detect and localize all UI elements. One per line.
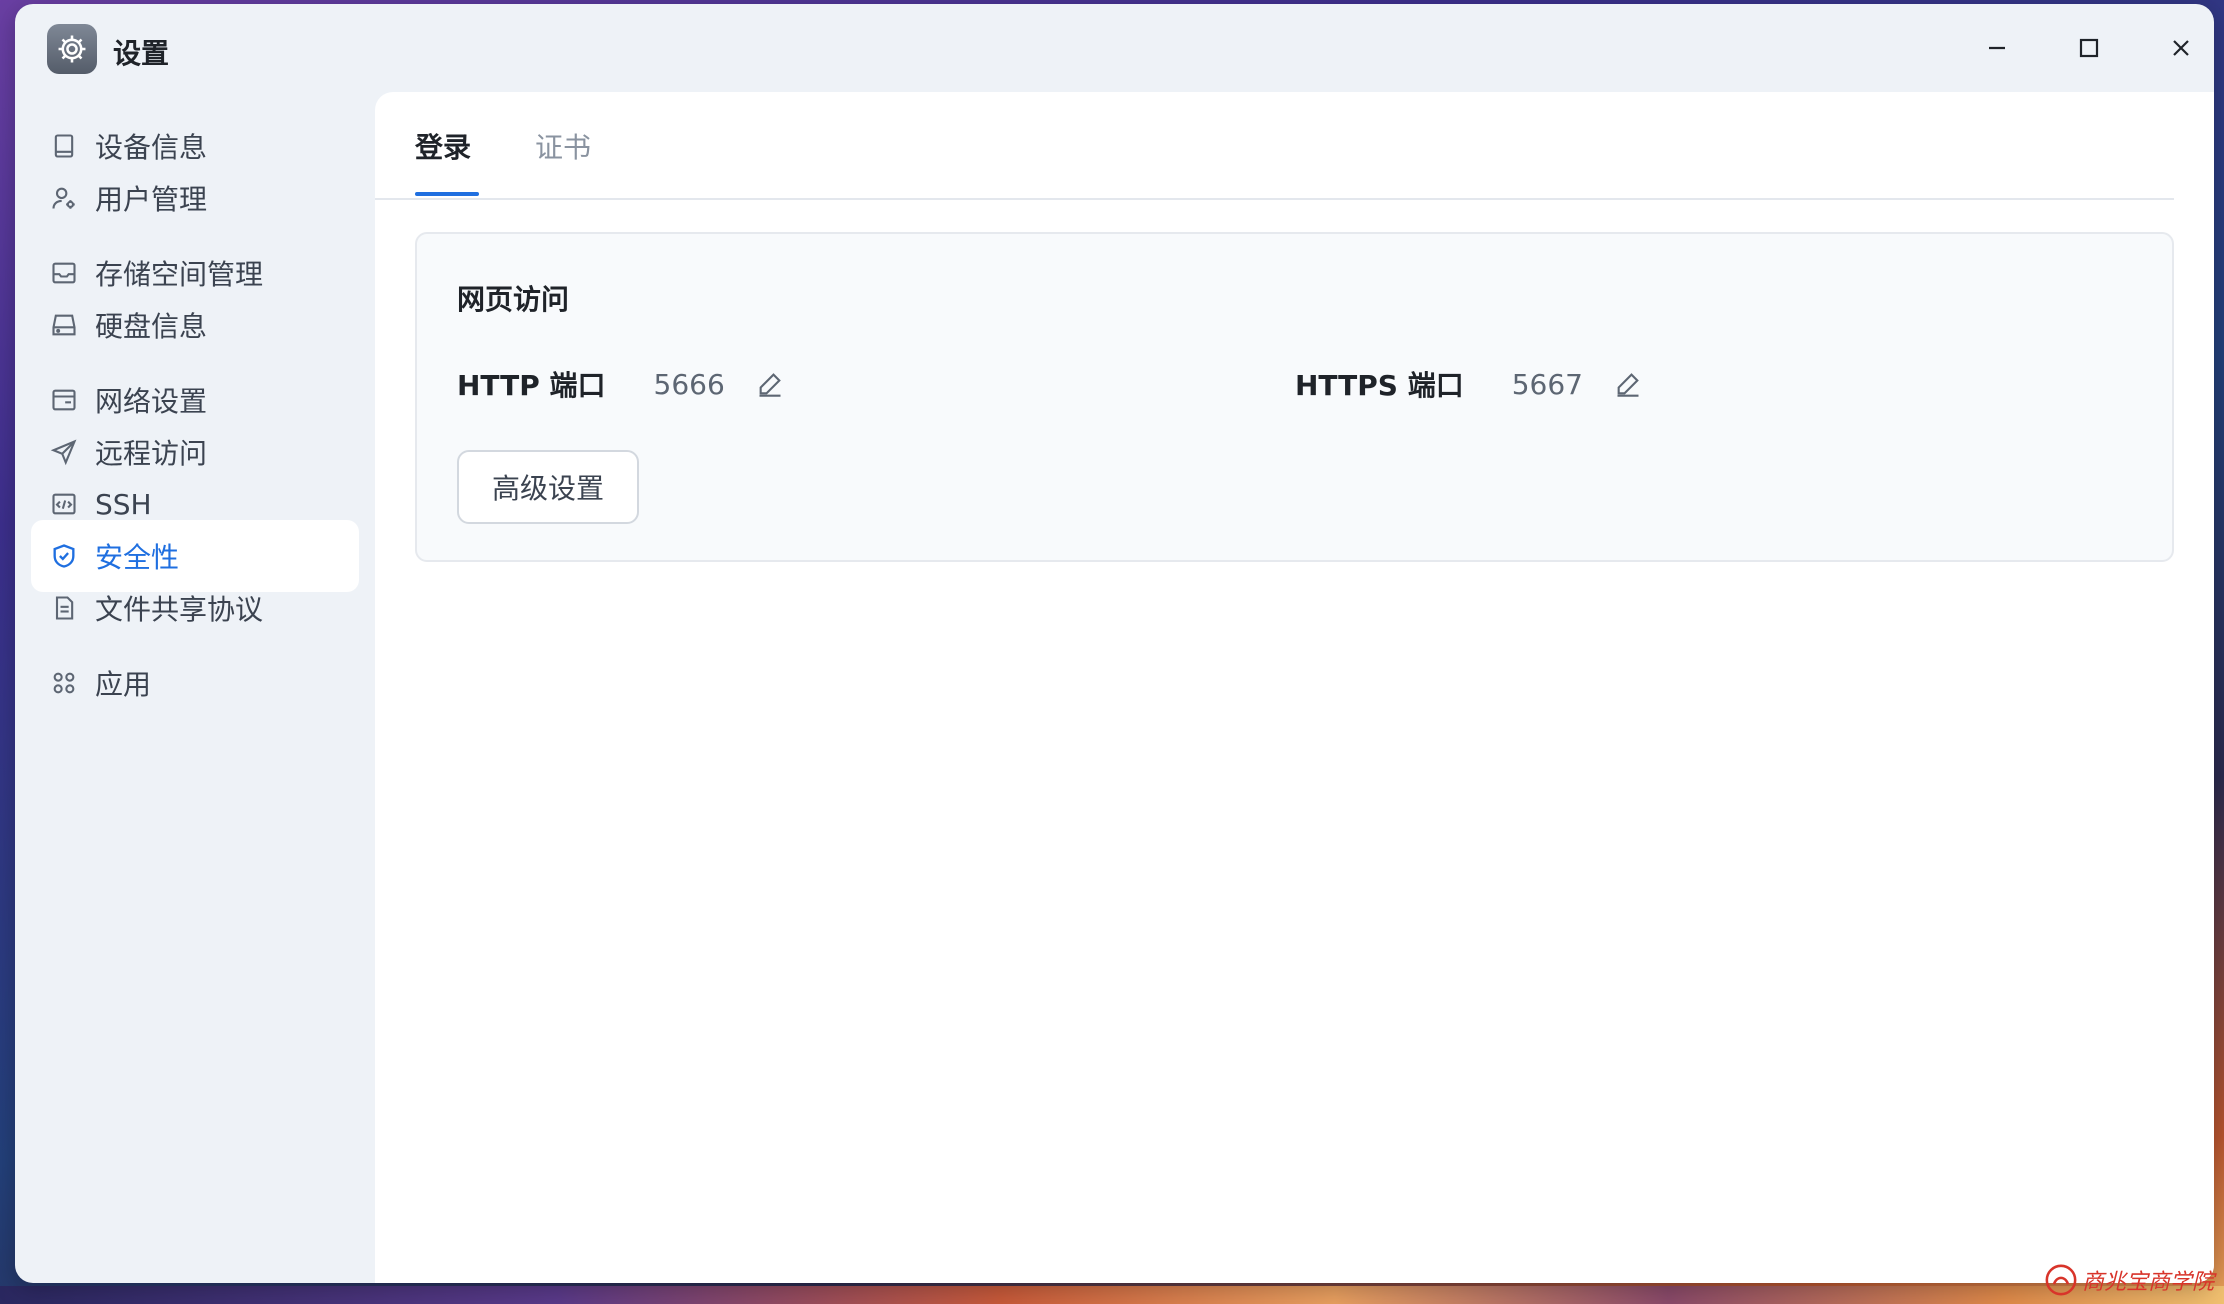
tab-certificate[interactable]: 证书	[535, 126, 591, 166]
watermark-logo-icon	[2045, 1264, 2077, 1296]
title-bar: 设置	[15, 4, 2214, 92]
edit-https-port-button[interactable]	[1611, 367, 1645, 401]
code-icon	[47, 487, 81, 521]
watermark-text: 商兆宝商学院	[2081, 1270, 2214, 1295]
sidebar-item-label: 网络设置	[95, 385, 208, 418]
pencil-icon	[759, 373, 781, 397]
apps-icon	[47, 666, 81, 700]
pencil-icon	[1617, 373, 1639, 397]
sidebar-item-label: 远程访问	[95, 437, 208, 470]
network-icon	[47, 383, 81, 417]
sidebar-item-label: 存储空间管理	[95, 258, 264, 291]
settings-window: 设置 设备信息 用户管理 存储空间管理 硬盘信息 网络设置 远程访问 SSH 安…	[15, 4, 2214, 1283]
http-port-row: HTTP 端口 5666	[457, 364, 787, 404]
settings-app-icon	[47, 24, 97, 74]
window-title: 设置	[113, 37, 170, 70]
sidebar-item-label: SSH	[95, 487, 152, 521]
https-port-row: HTTPS 端口 5667	[1295, 364, 1645, 404]
sidebar-item-label: 安全性	[95, 541, 180, 574]
section-title: 网页访问	[457, 283, 570, 316]
document-icon	[47, 591, 81, 625]
sidebar-item-label: 用户管理	[95, 183, 208, 216]
sidebar: 设备信息 用户管理 存储空间管理 硬盘信息 网络设置 远程访问 SSH 安全性 …	[15, 92, 375, 1283]
tab-divider	[375, 198, 2174, 200]
close-button[interactable]	[2161, 28, 2201, 68]
close-icon	[2173, 40, 2189, 56]
sidebar-item-label: 硬盘信息	[95, 310, 208, 343]
sidebar-item-file-sharing[interactable]: 文件共享协议	[31, 572, 359, 644]
minimize-icon	[1989, 46, 2005, 50]
sidebar-item-user-management[interactable]: 用户管理	[31, 162, 359, 234]
active-tab-indicator	[415, 192, 479, 196]
tab-login[interactable]: 登录	[415, 126, 471, 166]
main-panel: 登录 证书 网页访问 HTTP 端口 5666 HTTPS 端口 5667 高级…	[375, 92, 2214, 1283]
shield-check-icon	[47, 539, 81, 573]
sidebar-item-apps[interactable]: 应用	[31, 647, 359, 719]
sidebar-item-label: 文件共享协议	[95, 593, 264, 626]
http-port-value: 5666	[653, 367, 725, 401]
maximize-icon	[2079, 38, 2099, 58]
advanced-settings-button[interactable]: 高级设置	[457, 450, 639, 524]
http-port-label: HTTP 端口	[457, 369, 606, 402]
user-gear-icon	[47, 181, 81, 215]
watermark: 商兆宝商学院	[2044, 1260, 2214, 1300]
send-icon	[47, 435, 81, 469]
sidebar-item-disk-info[interactable]: 硬盘信息	[31, 289, 359, 361]
device-icon	[47, 129, 81, 163]
https-port-value: 5667	[1511, 367, 1583, 401]
minimize-button[interactable]	[1977, 28, 2017, 68]
maximize-button[interactable]	[2069, 28, 2109, 68]
storage-icon	[47, 256, 81, 290]
desktop-wallpaper	[0, 1286, 2224, 1304]
edit-http-port-button[interactable]	[753, 367, 787, 401]
web-access-card: 网页访问 HTTP 端口 5666 HTTPS 端口 5667 高级设置	[415, 232, 2174, 562]
sidebar-item-label: 应用	[95, 668, 152, 701]
tab-bar: 登录 证书	[375, 92, 2214, 200]
https-port-label: HTTPS 端口	[1295, 369, 1464, 402]
sidebar-item-label: 设备信息	[95, 131, 208, 164]
disk-icon	[47, 308, 81, 342]
